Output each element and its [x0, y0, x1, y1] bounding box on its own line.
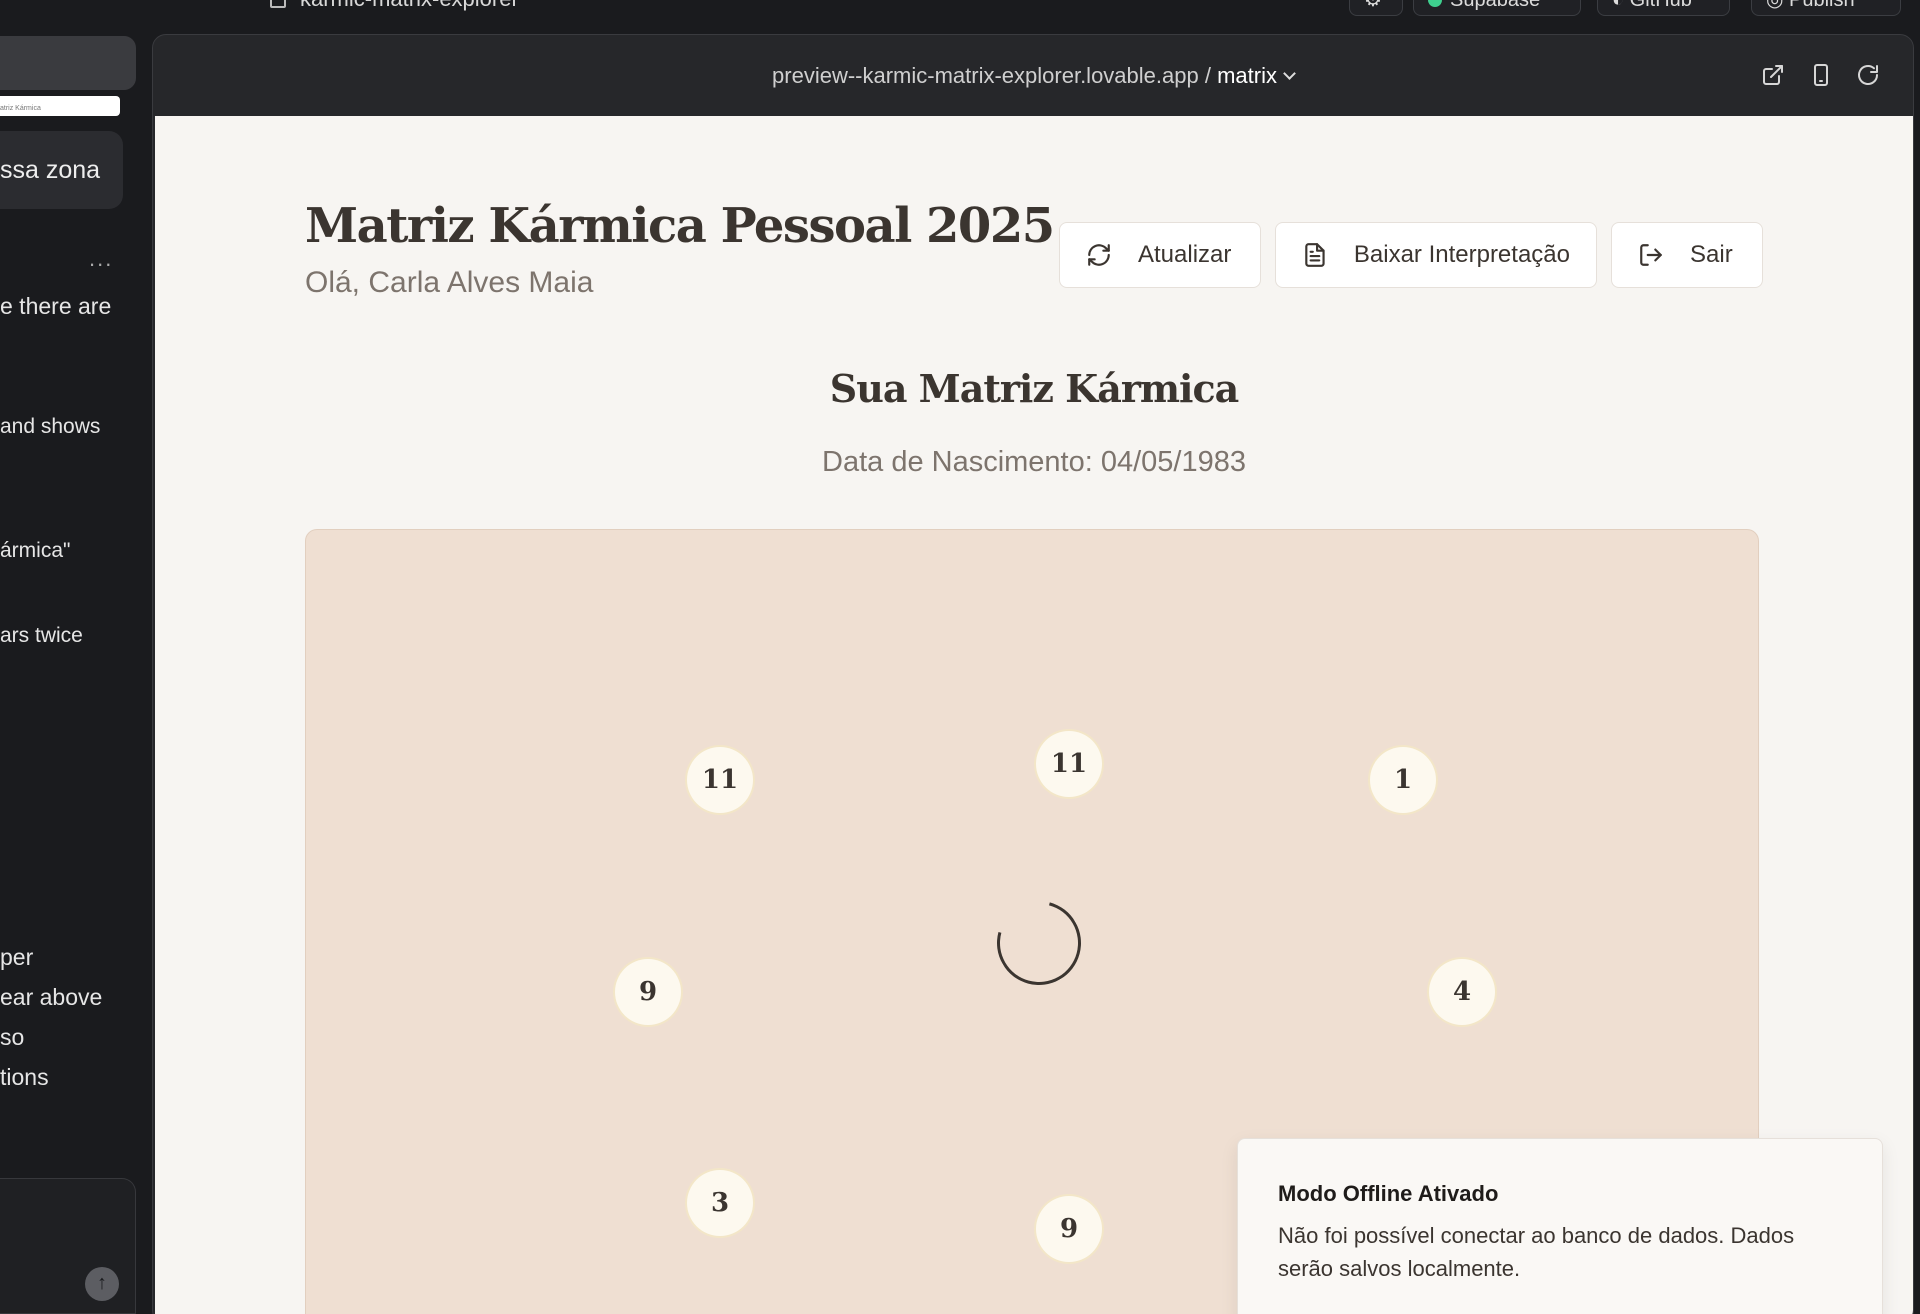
chat-panel: atriz Kármica ssa zona ... e there are a…	[0, 30, 140, 1314]
chevron-down-icon[interactable]	[1283, 67, 1296, 80]
file-text-icon	[1305, 243, 1325, 267]
chat-text-line: so	[0, 1024, 25, 1050]
page-title: Matriz Kármica Pessoal 2025	[305, 198, 1055, 254]
project-title[interactable]: karmic-matrix-explorer	[270, 0, 519, 12]
matrix-node-top-left[interactable]: 11	[687, 747, 753, 813]
preview-thumbnail[interactable]: atriz Kármica	[0, 96, 120, 116]
refresh-button[interactable]: Atualizar	[1059, 222, 1261, 288]
log-out-icon	[1640, 244, 1662, 266]
supabase-icon	[1428, 0, 1442, 7]
supabase-button[interactable]: Supabase	[1413, 0, 1581, 16]
chat-text-line: e there are	[0, 293, 112, 319]
user-message-text: ssa zona	[0, 156, 101, 184]
document-icon	[270, 0, 286, 8]
toast-message: Não foi possível conectar ao banco de da…	[1278, 1223, 1795, 1281]
github-icon: ◐	[1612, 0, 1630, 11]
preview-frame: preview--karmic-matrix-explorer.lovable.…	[152, 34, 1914, 1314]
refresh-icon	[1088, 244, 1110, 266]
chat-text-line: and shows	[0, 415, 101, 438]
matrix-node-middle-left[interactable]: 9	[615, 959, 681, 1025]
matrix-node-bottom-center[interactable]: 9	[1036, 1196, 1102, 1262]
mobile-view-icon[interactable]	[1809, 63, 1833, 87]
matrix-node-top-right[interactable]: 1	[1370, 747, 1436, 813]
settings-button[interactable]: ⚙	[1349, 0, 1403, 16]
send-button[interactable]: ↑	[85, 1267, 119, 1301]
chat-message-block	[0, 36, 136, 90]
matrix-node-middle-right[interactable]: 4	[1429, 959, 1495, 1025]
chat-text-line: ear above	[0, 984, 103, 1010]
more-options-button[interactable]: ...	[89, 246, 113, 272]
matrix-node-top-center[interactable]: 11	[1036, 731, 1102, 797]
external-link-icon[interactable]	[1761, 63, 1785, 87]
arrow-up-icon: ↑	[97, 1272, 107, 1294]
reload-icon[interactable]	[1856, 63, 1880, 87]
matrix-section-title: Sua Matriz Kármica	[829, 366, 1240, 411]
route-selector[interactable]: matrix	[1217, 63, 1277, 88]
chat-text-line: tions	[0, 1064, 49, 1090]
offline-toast[interactable]: Modo Offline Ativado Não foi possível co…	[1237, 1138, 1883, 1314]
chat-text-line: per	[0, 944, 34, 970]
top-bar: karmic-matrix-explorer ⚙ Supabase ◐ GitH…	[0, 0, 1920, 20]
birth-date: Data de Nascimento: 04/05/1983	[822, 446, 1246, 478]
chat-text-line: ármica"	[0, 539, 71, 562]
publish-button[interactable]: ◎ Publish	[1751, 0, 1901, 16]
toast-title: Modo Offline Ativado	[1278, 1181, 1499, 1206]
download-interpretation-button[interactable]: Baixar Interpretação	[1275, 222, 1597, 288]
chat-text-line: ars twice	[0, 624, 83, 647]
matrix-node-bottom-left[interactable]: 3	[687, 1170, 753, 1236]
logout-button[interactable]: Sair	[1611, 222, 1763, 288]
url-bar: preview--karmic-matrix-explorer.lovable.…	[153, 35, 1913, 116]
url-display[interactable]: preview--karmic-matrix-explorer.lovable.…	[153, 63, 1913, 89]
app-viewport: Matriz Kármica Pessoal 2025 Olá, Carla A…	[155, 116, 1913, 1314]
globe-icon: ◎	[1766, 0, 1790, 11]
gear-icon: ⚙	[1364, 0, 1382, 11]
github-button[interactable]: ◐ GitHub	[1597, 0, 1730, 16]
greeting: Olá, Carla Alves Maia	[305, 266, 594, 299]
